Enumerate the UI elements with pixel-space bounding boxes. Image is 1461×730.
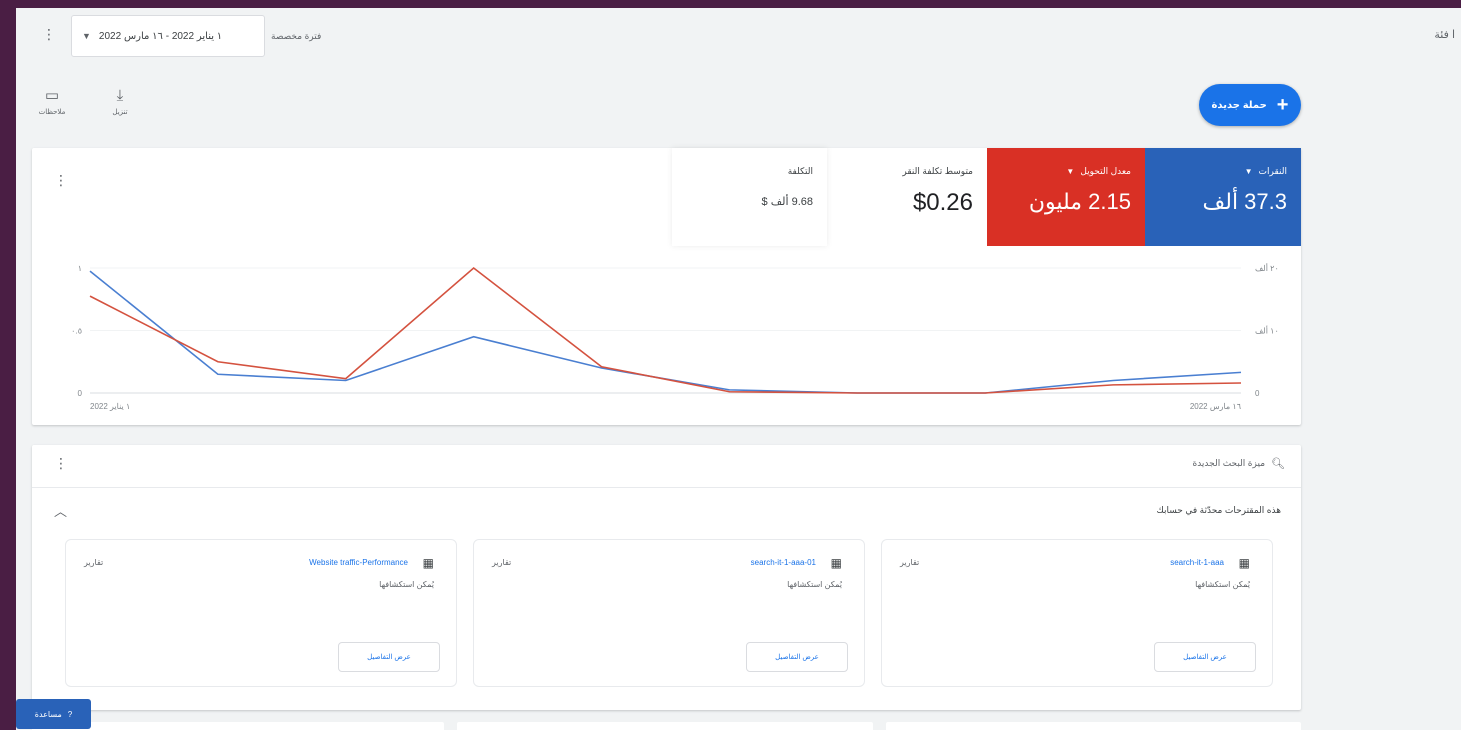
performance-line-chart: 0 ٠.٥ ١ 0 ١٠ ألف ٢٠ ألف ١ يناير 2022 ١٦ مارس 20… xyxy=(71,262,1279,411)
account-label: ا فئة xyxy=(1434,29,1455,41)
y-right-tick-label: ٢٠ ألف xyxy=(1255,262,1279,273)
help-label: مساعدة xyxy=(34,709,62,719)
feedback-button[interactable]: ▭ ملاحظات xyxy=(32,87,72,117)
recommendations-menu-icon[interactable]: ⋮ xyxy=(54,455,68,472)
y-right-tick-label: ١٠ ألف xyxy=(1255,325,1279,336)
performance-card: ⋮ النقرات ▼ 37.3 ألف معدل التحويل ▼ 2.15 م… xyxy=(32,148,1301,425)
view-details-button[interactable]: عرض التفاصيل xyxy=(1154,642,1256,672)
plus-icon: + xyxy=(1276,94,1289,116)
new-campaign-label: حملة جديدة xyxy=(1211,99,1267,111)
dropdown-caret-icon: ▼ xyxy=(82,31,91,41)
download-icon: ⤓ xyxy=(116,87,124,104)
recommendation-title[interactable]: Website traffic-Performance xyxy=(309,558,408,567)
recommendation-card: ▦ Website traffic-Performance يُمكن استك… xyxy=(65,539,457,687)
ads-dashboard: ⋮ ▼ ١ يناير 2022 - ١٦ مارس 2022 فترة مخص… xyxy=(16,8,1461,730)
date-range-caption: فترة مخصصة xyxy=(271,31,322,41)
view-details-button[interactable]: عرض التفاصيل xyxy=(338,642,440,672)
next-section-peek xyxy=(16,718,1461,730)
recommendations-header: 🔍︎ ميزة البحث الجديدة xyxy=(1192,457,1285,470)
recommendation-card: ▦ search-it-1-aaa يُمكن استكشافها تقارير… xyxy=(881,539,1273,687)
recommendations-subtitle: هذه المقترحات محدّثة في حسابك xyxy=(1156,505,1281,515)
date-range-value: ١ يناير 2022 - ١٦ مارس 2022 xyxy=(98,30,223,42)
y-left-tick-label: ٠.٥ xyxy=(71,327,82,336)
peek-card xyxy=(457,722,873,730)
help-icon: ? xyxy=(67,709,73,719)
recommendation-type: تقارير xyxy=(900,558,920,567)
recommendation-subtitle: يُمكن استكشافها xyxy=(379,580,434,589)
table-icon: ▦ xyxy=(422,556,434,570)
view-details-button[interactable]: عرض التفاصيل xyxy=(746,642,848,672)
peek-card xyxy=(32,722,444,730)
recommendation-subtitle: يُمكن استكشافها xyxy=(787,580,842,589)
chevron-up-icon[interactable]: ︿ xyxy=(54,501,67,520)
search-icon: 🔍︎ xyxy=(1271,458,1285,470)
y-left-tick-label: 0 xyxy=(78,389,83,398)
series-line-1 xyxy=(89,270,1242,394)
top-bar: ⋮ ▼ ١ يناير 2022 - ١٦ مارس 2022 فترة مخص… xyxy=(16,8,1461,66)
recommendation-title[interactable]: search-it-1-aaa-01 xyxy=(751,558,816,567)
peek-card xyxy=(886,722,1301,730)
divider xyxy=(32,487,1301,488)
y-right-tick-label: 0 xyxy=(1255,389,1260,398)
x-tick-label: ١ يناير 2022 xyxy=(90,402,130,411)
feedback-label: ملاحظات xyxy=(38,109,66,116)
recommendation-title[interactable]: search-it-1-aaa xyxy=(1170,558,1224,567)
recommendation-card: ▦ search-it-1-aaa-01 يُمكن استكشافها تقا… xyxy=(473,539,865,687)
download-label: تنزيل xyxy=(112,109,128,116)
new-campaign-button[interactable]: حملة جديدة + xyxy=(1199,84,1301,126)
x-tick-label: ١٦ مارس 2022 xyxy=(1190,402,1241,411)
table-icon: ▦ xyxy=(1238,556,1250,570)
recommendations-title: ميزة البحث الجديدة xyxy=(1192,458,1266,468)
y-left-tick-label: ١ xyxy=(78,264,82,273)
table-icon: ▦ xyxy=(830,556,842,570)
date-range-select[interactable]: ▼ ١ يناير 2022 - ١٦ مارس 2022 xyxy=(71,15,265,57)
feedback-icon: ▭ xyxy=(44,87,60,104)
more-options-icon[interactable]: ⋮ xyxy=(42,26,56,43)
download-button[interactable]: ⤓ تنزيل xyxy=(100,87,140,117)
recommendation-type: تقارير xyxy=(84,558,104,567)
recommendations-card: ⋮ 🔍︎ ميزة البحث الجديدة ︿ هذه المقترحات … xyxy=(32,445,1301,710)
help-button[interactable]: مساعدة ? xyxy=(16,699,91,729)
recommendation-type: تقارير xyxy=(492,558,512,567)
recommendation-subtitle: يُمكن استكشافها xyxy=(1195,580,1250,589)
